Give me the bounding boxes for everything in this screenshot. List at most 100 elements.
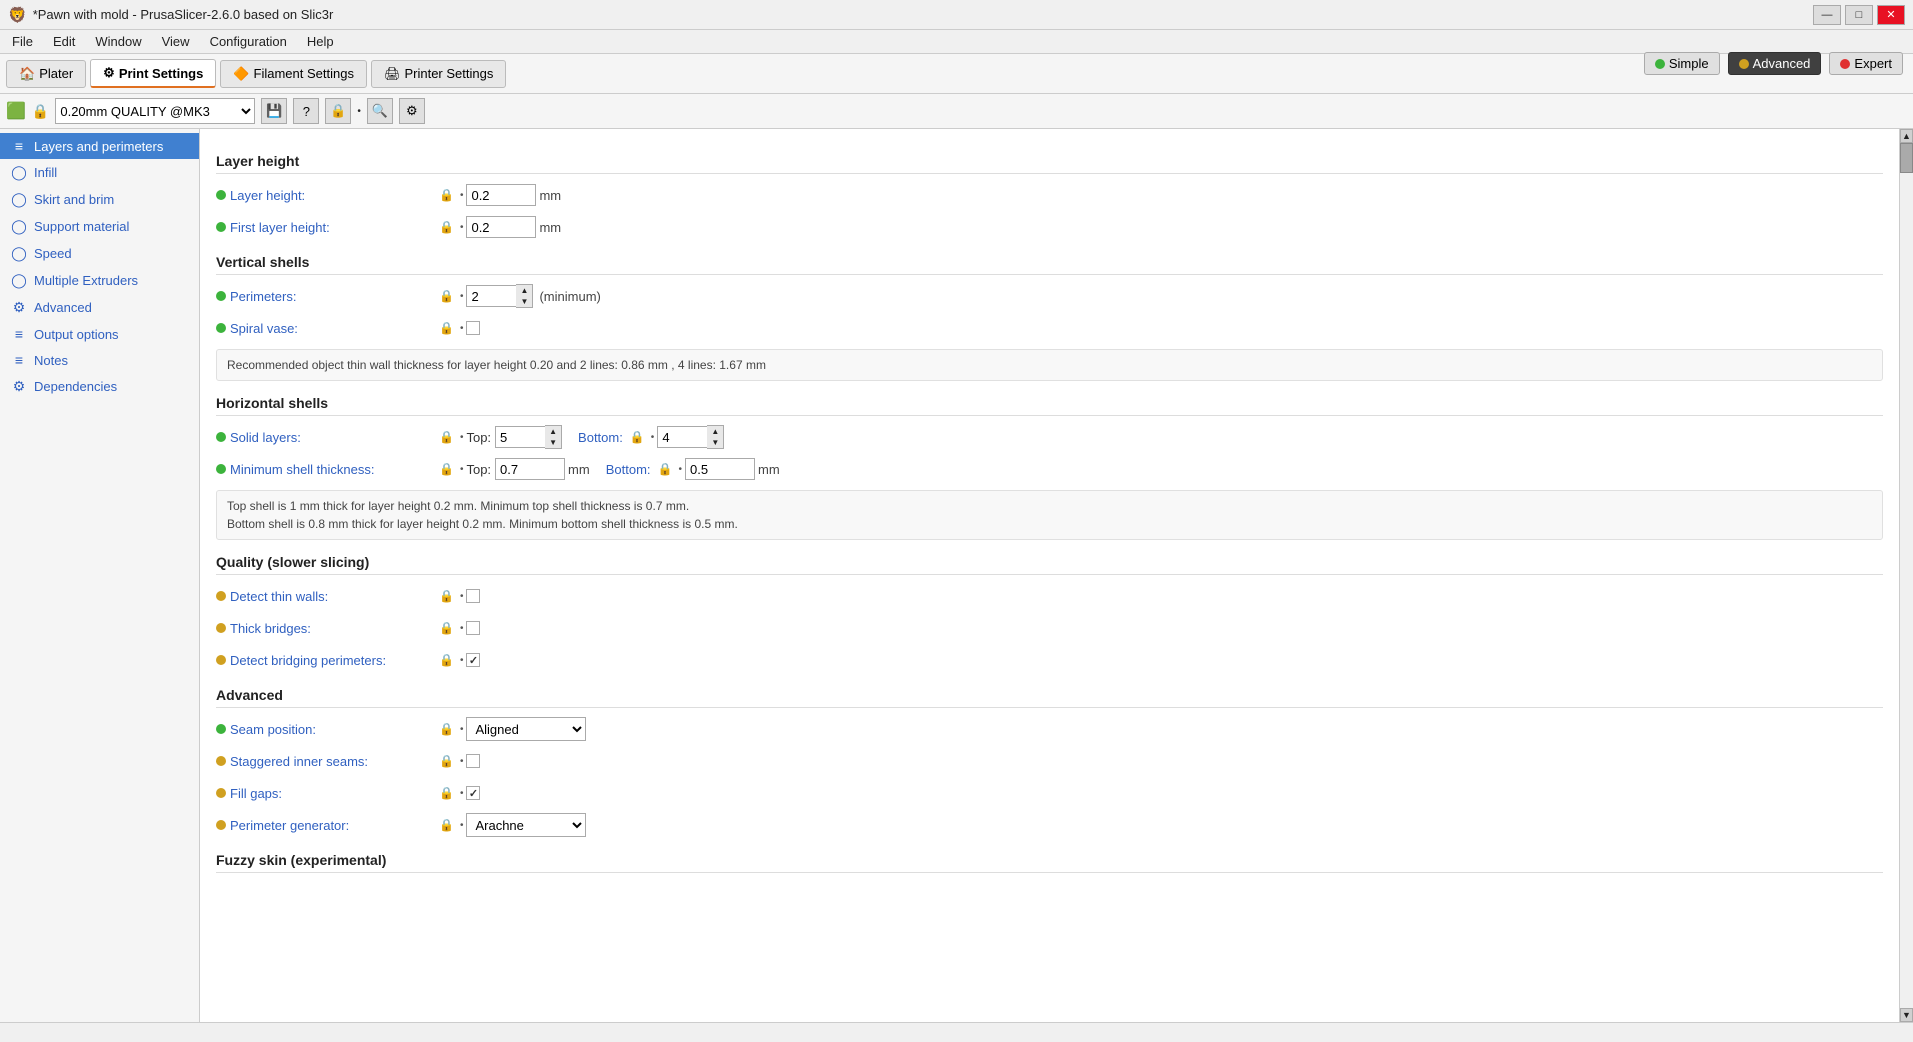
help-button[interactable]: ? xyxy=(293,98,319,124)
advanced-dot xyxy=(1739,59,1749,69)
field-row-fill-gaps: Fill gaps: 🔒 • xyxy=(216,780,1883,806)
layer-height-dot xyxy=(216,190,226,200)
plater-icon: 🏠 xyxy=(19,66,35,82)
field-row-min-shell: Minimum shell thickness: 🔒 • Top: mm Bot… xyxy=(216,456,1883,482)
tab-print-settings[interactable]: ⚙ Print Settings xyxy=(90,59,216,88)
solid-top-increment[interactable]: ▲ xyxy=(545,426,561,437)
extruders-icon: ◯ xyxy=(10,272,28,289)
search-button[interactable]: 🔍 xyxy=(367,98,393,124)
support-icon: ◯ xyxy=(10,218,28,235)
perimeters-increment[interactable]: ▲ xyxy=(516,285,532,296)
save-profile-button[interactable]: 💾 xyxy=(261,98,287,124)
tab-filament-settings-label: Filament Settings xyxy=(254,66,354,81)
menu-window[interactable]: Window xyxy=(87,32,149,51)
layer-height-input[interactable] xyxy=(466,184,536,206)
thick-bridges-checkbox[interactable] xyxy=(466,621,480,635)
sidebar-item-infill[interactable]: ◯ Infill xyxy=(0,159,199,186)
field-row-thick-bridges: Thick bridges: 🔒 • xyxy=(216,615,1883,641)
solid-bottom-decrement[interactable]: ▼ xyxy=(707,437,723,448)
detect-thin-walls-lock[interactable]: 🔒 xyxy=(439,589,454,603)
seam-position-lock[interactable]: 🔒 xyxy=(439,722,454,736)
detect-bridging-lock[interactable]: 🔒 xyxy=(439,653,454,667)
perimeter-generator-label: Perimeter generator: xyxy=(216,818,436,833)
staggered-seams-lock[interactable]: 🔒 xyxy=(439,754,454,768)
sidebar-item-advanced[interactable]: ⚙ Advanced xyxy=(0,294,199,321)
close-button[interactable]: ✕ xyxy=(1877,5,1905,25)
lock-button[interactable]: 🔒 xyxy=(325,98,351,124)
min-shell-bottom-label: Bottom: xyxy=(606,462,651,477)
detect-bridging-text: Detect bridging perimeters: xyxy=(230,653,386,668)
minimize-button[interactable]: — xyxy=(1813,5,1841,25)
perimeters-lock[interactable]: 🔒 xyxy=(439,289,454,303)
solid-layers-bottom-input[interactable] xyxy=(657,426,707,448)
perimeters-input[interactable] xyxy=(466,285,516,307)
first-layer-height-lock[interactable]: 🔒 xyxy=(439,220,454,234)
profile-select[interactable]: 0.20mm QUALITY @MK3 xyxy=(55,98,255,124)
perimeter-generator-lock[interactable]: 🔒 xyxy=(439,818,454,832)
mode-simple-button[interactable]: Simple xyxy=(1644,52,1720,75)
min-shell-bottom-input[interactable] xyxy=(685,458,755,480)
min-shell-top-input[interactable] xyxy=(495,458,565,480)
fill-gaps-checkbox[interactable] xyxy=(466,786,480,800)
scroll-thumb[interactable] xyxy=(1900,143,1913,173)
section-quality: Quality (slower slicing) xyxy=(216,554,1883,575)
maximize-button[interactable]: □ xyxy=(1845,5,1873,25)
tab-plater[interactable]: 🏠 Plater xyxy=(6,60,86,88)
first-layer-height-unit: mm xyxy=(539,220,561,235)
staggered-seams-text: Staggered inner seams: xyxy=(230,754,368,769)
solid-layers-bottom-spin-btns: ▲ ▼ xyxy=(707,425,724,449)
fill-gaps-text: Fill gaps: xyxy=(230,786,282,801)
solid-layers-top-label: Top: xyxy=(466,430,491,445)
staggered-seams-checkbox[interactable] xyxy=(466,754,480,768)
first-layer-height-dot xyxy=(216,222,226,232)
mode-advanced-button[interactable]: Advanced xyxy=(1728,52,1822,75)
thick-bridges-dot xyxy=(216,623,226,633)
mode-expert-button[interactable]: Expert xyxy=(1829,52,1903,75)
detect-thin-walls-checkbox[interactable] xyxy=(466,589,480,603)
menu-help[interactable]: Help xyxy=(299,32,342,51)
solid-layers-bottom-lock[interactable]: 🔒 xyxy=(630,430,645,444)
titlebar: 🦁 *Pawn with mold - PrusaSlicer-2.6.0 ba… xyxy=(0,0,1913,30)
detect-bridging-checkbox[interactable] xyxy=(466,653,480,667)
perimeters-decrement[interactable]: ▼ xyxy=(516,296,532,307)
scroll-down-arrow[interactable]: ▼ xyxy=(1900,1008,1913,1022)
layer-height-lock[interactable]: 🔒 xyxy=(439,188,454,202)
solid-bottom-increment[interactable]: ▲ xyxy=(707,426,723,437)
tab-printer-settings[interactable]: 🖨 Printer Settings xyxy=(371,60,506,88)
fill-gaps-lock[interactable]: 🔒 xyxy=(439,786,454,800)
solid-layers-lock[interactable]: 🔒 xyxy=(439,430,454,444)
sidebar-item-speed[interactable]: ◯ Speed xyxy=(0,240,199,267)
tab-filament-settings[interactable]: 🔶 Filament Settings xyxy=(220,60,367,88)
sidebar-item-dependencies[interactable]: ⚙ Dependencies xyxy=(0,373,199,400)
min-shell-lock[interactable]: 🔒 xyxy=(439,462,454,476)
spiral-vase-checkbox[interactable] xyxy=(466,321,480,335)
menu-configuration[interactable]: Configuration xyxy=(202,32,295,51)
menu-view[interactable]: View xyxy=(154,32,198,51)
mode-simple-label: Simple xyxy=(1669,56,1709,71)
spiral-vase-lock[interactable]: 🔒 xyxy=(439,321,454,335)
sidebar-item-support[interactable]: ◯ Support material xyxy=(0,213,199,240)
solid-layers-top-input[interactable] xyxy=(495,426,545,448)
perimeter-generator-select[interactable]: Arachne Classic xyxy=(466,813,586,837)
notes-icon: ≡ xyxy=(10,352,28,368)
sidebar-item-skirt[interactable]: ◯ Skirt and brim xyxy=(0,186,199,213)
scroll-up-arrow[interactable]: ▲ xyxy=(1900,129,1913,143)
seam-position-select[interactable]: Aligned Nearest Random Rear xyxy=(466,717,586,741)
sidebar-item-output[interactable]: ≡ Output options xyxy=(0,321,199,347)
solid-top-decrement[interactable]: ▼ xyxy=(545,437,561,448)
menu-edit[interactable]: Edit xyxy=(45,32,83,51)
sidebar-item-multiple-extruders[interactable]: ◯ Multiple Extruders xyxy=(0,267,199,294)
thick-bridges-lock[interactable]: 🔒 xyxy=(439,621,454,635)
perimeters-spin-buttons: ▲ ▼ xyxy=(516,284,533,308)
settings-button[interactable]: ⚙ xyxy=(399,98,425,124)
sidebar-item-notes[interactable]: ≡ Notes xyxy=(0,347,199,373)
app-icon: 🦁 xyxy=(8,6,27,24)
sidebar-item-skirt-label: Skirt and brim xyxy=(34,192,114,207)
sidebar-item-layers-and-perimeters[interactable]: ≡ Layers and perimeters xyxy=(0,133,199,159)
perimeter-generator-text: Perimeter generator: xyxy=(230,818,349,833)
window-title: *Pawn with mold - PrusaSlicer-2.6.0 base… xyxy=(33,7,1813,22)
menu-file[interactable]: File xyxy=(4,32,41,51)
first-layer-height-input[interactable] xyxy=(466,216,536,238)
min-shell-bottom-lock[interactable]: 🔒 xyxy=(658,462,673,476)
section-fuzzy-skin: Fuzzy skin (experimental) xyxy=(216,852,1883,873)
